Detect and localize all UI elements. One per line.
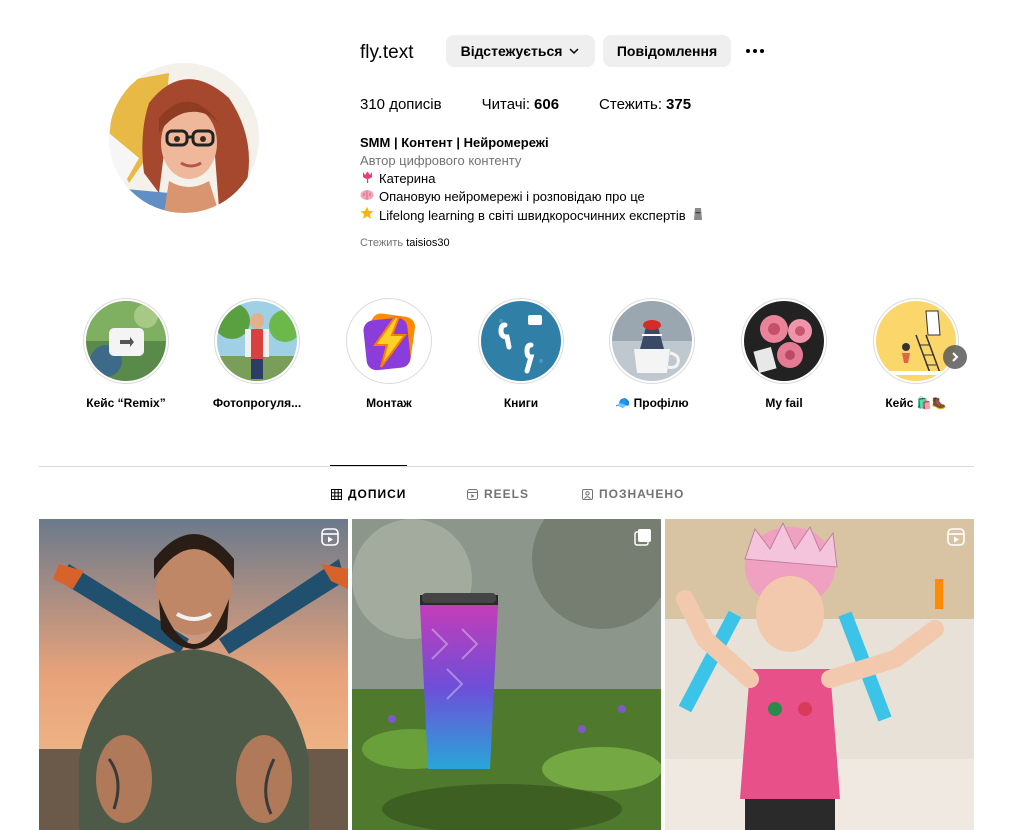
highlight-label: Книги [503, 396, 539, 410]
reels-icon [947, 528, 965, 546]
followers-count: 606 [534, 96, 560, 113]
highlight-label: Монтаж [366, 396, 412, 410]
active-tab-indicator [330, 465, 407, 466]
bio-line: Lifelong learning в світі швидкоросчинни… [360, 206, 703, 226]
more-options-icon[interactable] [742, 41, 768, 61]
following-count: 375 [666, 96, 692, 113]
profile-stats: 310 дописів Читачі: 606 Стежить: 375 [360, 96, 731, 113]
star-icon [360, 206, 374, 225]
highlight-item[interactable]: Книги [466, 298, 576, 410]
post-thumbnail[interactable] [352, 519, 661, 830]
bio-line-text: Катерина [379, 171, 436, 186]
profile-avatar[interactable] [109, 63, 259, 213]
profile-bio: SMM | Контент | Нейромережі Автор цифров… [360, 134, 703, 226]
following-label: Стежить: [599, 96, 663, 113]
tab-posts[interactable]: ДОПИСИ [331, 487, 406, 501]
bio-category: Автор цифрового контенту [360, 153, 522, 168]
posts-label: дописів [389, 96, 442, 113]
tagged-icon [582, 488, 593, 500]
tab-label: REELS [484, 487, 530, 501]
ladder-highlight-icon [873, 298, 959, 384]
tulip-icon [360, 170, 374, 188]
message-button-label: Повідомлення [616, 43, 718, 59]
bio-line: Опановую нейромережі і розповідаю про це [360, 188, 703, 206]
bio-name: SMM | Контент | Нейромережі [360, 135, 549, 150]
bio-line-text: Lifelong learning в світі швидкоросчинни… [379, 208, 686, 223]
highlight-item[interactable]: 🧢 Профілю [597, 298, 707, 410]
profile-username: fly.text [360, 42, 414, 63]
lightning-icon [346, 298, 432, 384]
message-button[interactable]: Повідомлення [603, 35, 731, 67]
reels-icon [467, 488, 478, 500]
highlight-label: Фотопрогуля... [212, 396, 302, 410]
highlight-item[interactable]: Фотопрогуля... [202, 298, 312, 410]
following-stat[interactable]: Стежить: 375 [599, 96, 691, 113]
bio-line: Катерина [360, 170, 703, 188]
followers-stat[interactable]: Читачі: 606 [482, 96, 559, 113]
reels-icon [321, 528, 339, 546]
highlight-item[interactable]: Монтаж [334, 298, 444, 410]
tab-label: ПОЗНАЧЕНО [599, 487, 685, 501]
brain-icon [360, 188, 374, 206]
following-button[interactable]: Відстежується [446, 35, 595, 67]
post-thumbnail[interactable] [39, 519, 348, 830]
followed-by-user[interactable]: taisios30 [406, 237, 449, 249]
posts-count: 310 [360, 96, 386, 113]
bio-line-text: Опановую нейромережі і розповідаю про це [379, 189, 645, 204]
remix-highlight-icon [83, 298, 169, 384]
highlight-item[interactable]: Кейс “Remix” [71, 298, 181, 410]
tab-tagged[interactable]: ПОЗНАЧЕНО [582, 487, 684, 501]
highlight-item[interactable]: My fail [729, 298, 839, 410]
following-button-label: Відстежується [460, 43, 563, 59]
tabs-divider [39, 466, 974, 467]
tab-label: ДОПИСИ [348, 487, 407, 501]
highlights-next-button[interactable] [943, 345, 967, 369]
highlight-label: 🧢 Профілю [615, 396, 689, 410]
followed-by[interactable]: Стежить taisios30 [360, 237, 450, 249]
carousel-icon [634, 529, 651, 546]
highlight-label: Кейс “Remix” [86, 396, 166, 410]
cup-highlight-icon [609, 298, 695, 384]
roses-highlight-icon [741, 298, 827, 384]
tab-reels[interactable]: REELS [467, 487, 529, 501]
posts-stat: 310 дописів [360, 96, 442, 113]
airpods-highlight-icon [478, 298, 564, 384]
followers-label: Читачі: [481, 96, 531, 113]
highlight-label: Кейс 🛍️🥾 [885, 396, 947, 410]
photo-walk-highlight-icon [214, 298, 300, 384]
chevron-down-icon [569, 48, 579, 55]
moai-icon [693, 207, 703, 226]
chevron-right-icon [952, 352, 959, 362]
post-thumbnail[interactable] [665, 519, 974, 830]
followed-by-label: Стежить [360, 237, 404, 249]
grid-icon [331, 488, 342, 500]
highlight-label: My fail [765, 396, 803, 410]
